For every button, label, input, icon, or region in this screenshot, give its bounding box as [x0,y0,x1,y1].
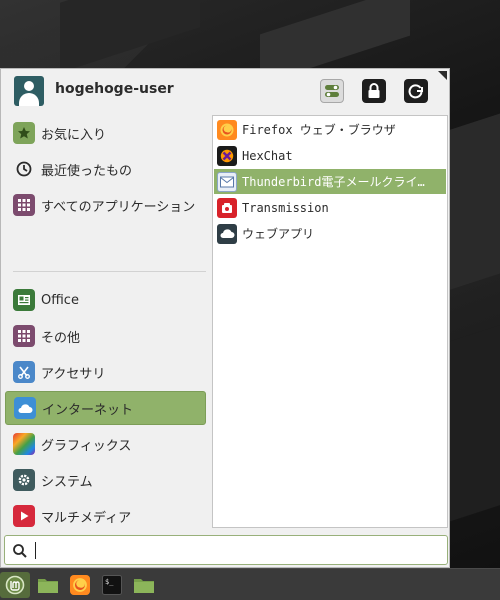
taskbar-files-button[interactable] [34,572,61,598]
hexchat-icon [217,145,237,166]
category-recent[interactable]: 最近使ったもの [5,152,206,186]
app-transmission[interactable]: Transmission [214,195,446,220]
mint-menu-icon [5,575,25,595]
grid-icon [13,325,35,347]
category-system[interactable]: システム [5,463,206,497]
clock-icon [13,158,35,180]
thunderbird-icon [217,171,237,192]
grid-icon [13,194,35,216]
rainbow-icon [13,433,35,455]
category-label: すべてのアプリケーション [41,199,196,215]
taskbar: $_ [0,568,500,600]
scissors-icon [13,361,35,383]
settings-button[interactable] [320,79,344,103]
taskbar-firefox-button[interactable] [66,572,93,598]
text-cursor [35,542,36,559]
logout-icon [408,84,423,99]
category-label: お気に入り [41,127,107,143]
taskbar-menu-button[interactable] [0,572,30,598]
folder-icon [133,579,154,593]
gear-icon [13,469,35,491]
terminal-icon: $_ [101,575,122,595]
taskbar-terminal-button[interactable]: $_ [98,572,125,598]
category-office[interactable]: Office [5,283,206,317]
category-label: その他 [41,330,81,346]
app-label: Firefox ウェブ・ブラウザ [242,123,396,137]
app-label: Transmission [242,200,329,215]
firefox-icon [69,575,90,595]
category-accessories[interactable]: アクセサリ [5,355,206,389]
category-separator [13,271,206,272]
category-favorites[interactable]: お気に入り [5,116,206,150]
transmission-icon [217,197,237,218]
star-folder-icon [13,122,35,144]
category-internet[interactable]: インターネット [5,391,206,425]
folder-icon [37,579,58,593]
app-webapps[interactable]: ウェブアプリ [214,221,446,246]
category-label: Office [41,292,79,308]
app-label: Thunderbird電子メールクライ… [242,175,425,189]
search-box[interactable] [4,535,448,565]
firefox-icon [217,119,237,140]
category-graphics[interactable]: グラフィックス [5,427,206,461]
settings-toggle-icon [325,85,339,97]
play-icon [13,505,35,527]
category-label: マルチメディア [41,510,132,526]
user-name: hogehoge-user [55,81,174,97]
lock-screen-button[interactable] [362,79,386,103]
office-icon [13,289,35,311]
svg-text:$_: $_ [105,578,114,586]
category-label: グラフィックス [41,438,132,454]
app-thunderbird[interactable]: Thunderbird電子メールクライ… [214,169,446,194]
application-menu: hogehoge-user お気に入り 最近使ったもの すべてのアプリケーション… [0,68,450,568]
lock-icon [368,83,380,98]
menu-header: hogehoge-user [1,69,451,113]
app-label: ウェブアプリ [242,227,315,241]
app-firefox[interactable]: Firefox ウェブ・ブラウザ [214,117,446,142]
category-label: アクセサリ [41,366,106,382]
category-label: インターネット [42,402,134,418]
webapp-icon [217,223,237,244]
app-label: HexChat [242,148,293,163]
search-icon [13,544,27,558]
category-label: システム [41,474,93,490]
taskbar-files-button-2[interactable] [130,572,157,598]
app-hexchat[interactable]: HexChat [214,143,446,168]
avatar[interactable] [14,76,44,106]
category-all-applications[interactable]: すべてのアプリケーション [5,188,206,222]
application-list: Firefox ウェブ・ブラウザ HexChat Thunderbird電子メー… [212,115,448,528]
logout-button[interactable] [404,79,428,103]
category-multimedia[interactable]: マルチメディア [5,499,206,533]
category-list: お気に入り 最近使ったもの すべてのアプリケーション Office その他 アク… [1,113,211,563]
category-label: 最近使ったもの [41,163,133,179]
cloud-icon [14,397,36,419]
category-other[interactable]: その他 [5,319,206,353]
